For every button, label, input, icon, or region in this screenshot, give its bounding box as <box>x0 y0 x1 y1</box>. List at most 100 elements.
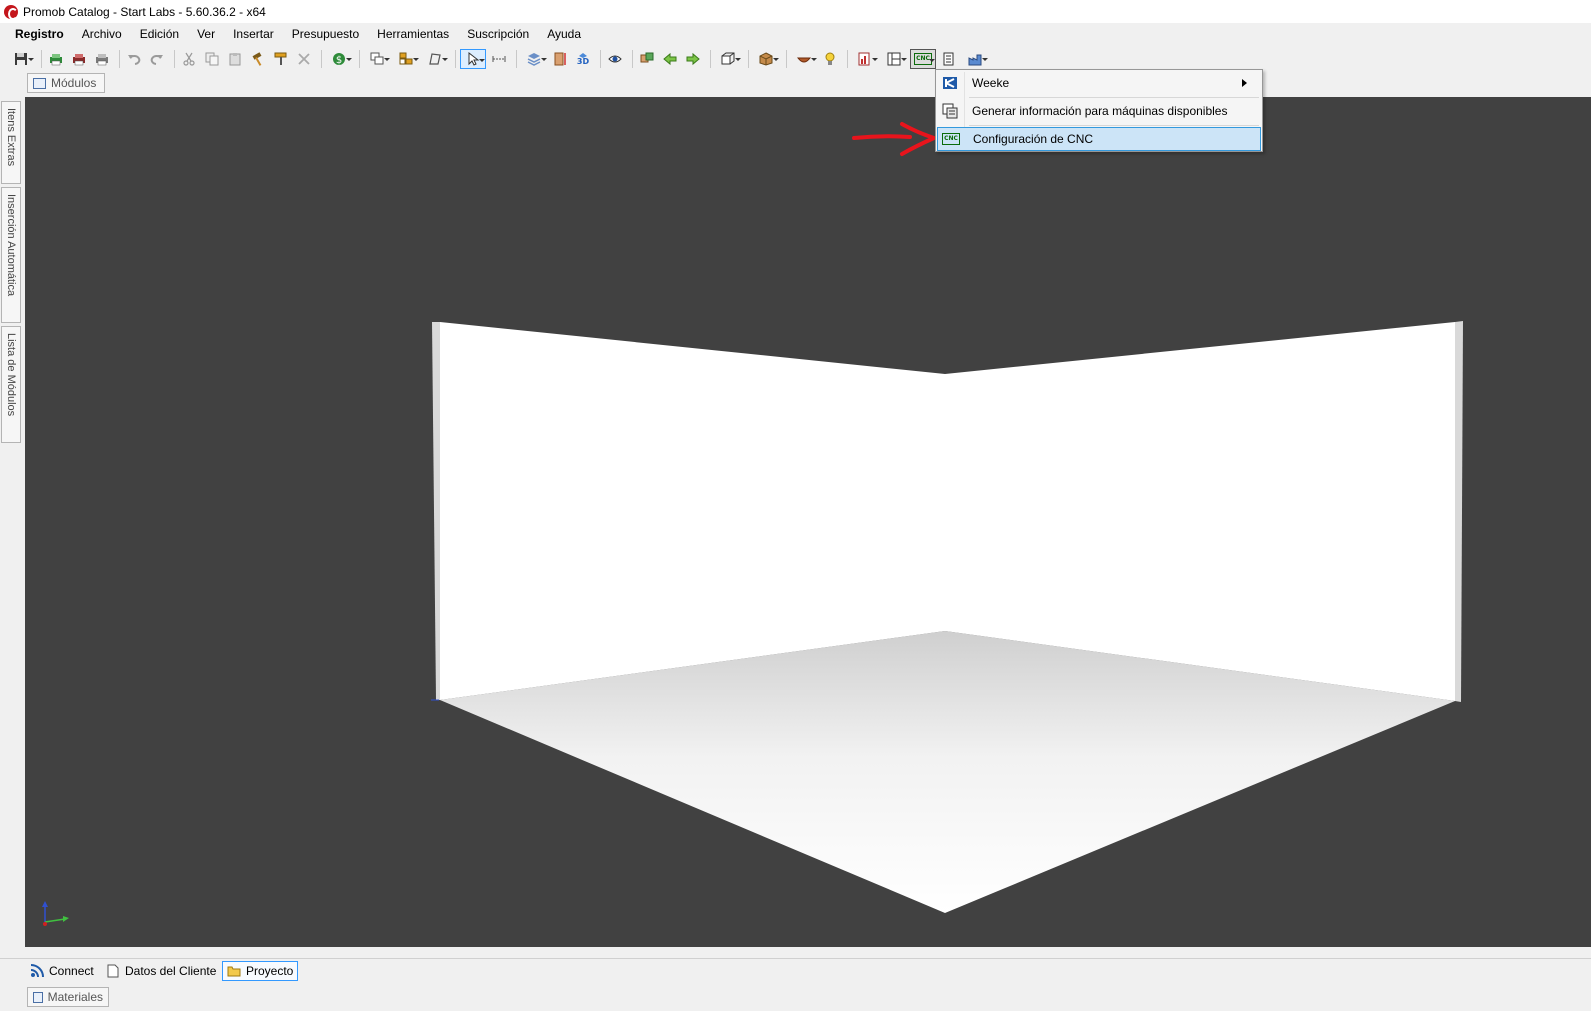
tab-datos-del-cliente[interactable]: Datos del Cliente <box>102 961 220 981</box>
plugins-button[interactable] <box>791 49 817 69</box>
paint-roller-icon <box>274 52 287 65</box>
layout-button[interactable] <box>393 49 419 69</box>
layers-button[interactable] <box>521 49 547 69</box>
redo-button[interactable] <box>147 49 167 69</box>
panel-layout-button[interactable] <box>881 49 907 69</box>
select-button[interactable] <box>460 49 486 69</box>
toolbar-separator <box>748 50 749 68</box>
tab-proyecto[interactable]: Proyecto <box>222 961 299 981</box>
undo-button[interactable] <box>124 49 144 69</box>
views-button[interactable] <box>364 49 390 69</box>
side-tab-label: Lista de Módulos <box>5 333 17 417</box>
arrow-right-green-icon <box>686 52 700 66</box>
export-button[interactable] <box>939 49 959 69</box>
hammer-icon <box>252 52 262 66</box>
report-button[interactable] <box>852 49 878 69</box>
delete-button[interactable] <box>294 49 314 69</box>
undo-icon <box>128 55 141 65</box>
menu-herramientas[interactable]: Herramientas <box>368 25 458 43</box>
copy-button[interactable] <box>202 49 222 69</box>
cnc-config-icon: CNC <box>942 131 960 147</box>
menu-edicion[interactable]: Edición <box>131 25 188 43</box>
tab-modulos[interactable]: Módulos <box>27 73 105 93</box>
render-cubes-icon <box>640 52 654 63</box>
toolbar-separator <box>321 50 322 68</box>
paste-button[interactable] <box>225 49 245 69</box>
menu-separator <box>969 125 1259 126</box>
wall-edge-left <box>432 322 440 700</box>
delete-x-icon <box>298 53 310 65</box>
rss-icon <box>30 964 44 978</box>
promob-logo-icon <box>4 4 18 20</box>
print-setup-button[interactable] <box>92 49 112 69</box>
tab-materiales[interactable]: Materiales <box>27 987 109 1007</box>
svg-text:$: $ <box>336 55 342 66</box>
cut-button[interactable] <box>179 49 199 69</box>
factory-button[interactable] <box>962 49 988 69</box>
dimension-button[interactable] <box>550 49 570 69</box>
save-button[interactable] <box>8 49 34 69</box>
printer-green-icon <box>50 54 62 66</box>
shape-button[interactable] <box>422 49 448 69</box>
menu-ayuda[interactable]: Ayuda <box>538 25 590 43</box>
toolbar-separator <box>41 50 42 68</box>
paste-icon <box>229 53 241 66</box>
window-title: Promob Catalog - Start Labs - 5.60.36.2 … <box>23 4 266 19</box>
hammer-button[interactable] <box>248 49 268 69</box>
side-tab-insercion-automatica[interactable]: Inserción Automática <box>1 187 21 323</box>
previous-button[interactable] <box>660 49 680 69</box>
menu-registro[interactable]: Registro <box>6 25 73 43</box>
menu-item-weeke[interactable]: Weeke <box>937 71 1261 95</box>
bottom-tab-bar-2: Materiales <box>0 985 1591 1011</box>
modules-icon <box>33 77 46 89</box>
top-tab-strip: Módulos <box>0 72 1591 96</box>
tab-connect[interactable]: Connect <box>26 961 98 981</box>
measure-icon <box>492 56 506 62</box>
side-tab-itens-extras[interactable]: Itens Extras <box>1 101 21 184</box>
printer-gray-icon <box>96 54 108 66</box>
print-button[interactable] <box>46 49 66 69</box>
next-button[interactable] <box>683 49 703 69</box>
packaging-button[interactable] <box>753 49 779 69</box>
3d-viewport[interactable] <box>25 97 1591 947</box>
wall-edge-right <box>1455 321 1463 702</box>
tab-label: Datos del Cliente <box>125 964 217 978</box>
view-3d-button[interactable]: 3D <box>573 49 593 69</box>
menu-suscripcion[interactable]: Suscripción <box>458 25 538 43</box>
document-export-icon <box>943 52 954 66</box>
eye-icon <box>608 55 622 63</box>
factory-icon <box>968 54 982 66</box>
cnc-button[interactable]: CNC <box>910 49 936 69</box>
perspective-box-icon <box>721 52 735 65</box>
budget-button[interactable]: $ <box>326 49 352 69</box>
menu-item-configuracion-cnc[interactable]: CNC Configuración de CNC <box>937 127 1261 151</box>
toolbar-separator <box>710 50 711 68</box>
measure-button[interactable] <box>489 49 509 69</box>
scissors-icon <box>183 52 195 66</box>
redo-icon <box>150 55 163 65</box>
menu-presupuesto[interactable]: Presupuesto <box>283 25 368 43</box>
paint-roller-button[interactable] <box>271 49 291 69</box>
printer-red-icon <box>73 54 85 66</box>
light-button[interactable] <box>820 49 840 69</box>
menu-ver[interactable]: Ver <box>188 25 224 43</box>
toolbar-separator <box>359 50 360 68</box>
toolbar-separator <box>632 50 633 68</box>
visibility-button[interactable] <box>605 49 625 69</box>
render-button[interactable] <box>637 49 657 69</box>
menu-archivo[interactable]: Archivo <box>73 25 131 43</box>
menu-insertar[interactable]: Insertar <box>224 25 283 43</box>
box-icon <box>759 52 773 66</box>
menu-item-label: Weeke <box>972 76 1010 90</box>
perspective-button[interactable] <box>715 49 741 69</box>
bottom-tab-bar: Connect Datos del Cliente Proyecto <box>0 958 1591 982</box>
menu-item-label: Generar información para máquinas dispon… <box>972 104 1228 118</box>
pointer-icon <box>468 52 480 66</box>
weeke-icon <box>942 75 958 91</box>
polygon-icon <box>429 53 441 65</box>
side-tab-lista-de-modulos[interactable]: Lista de Módulos <box>1 326 21 443</box>
chart-report-icon <box>858 52 870 66</box>
menu-item-generar-informacion[interactable]: Generar información para máquinas dispon… <box>937 99 1261 123</box>
print-preview-button[interactable] <box>69 49 89 69</box>
toolbar-separator <box>847 50 848 68</box>
